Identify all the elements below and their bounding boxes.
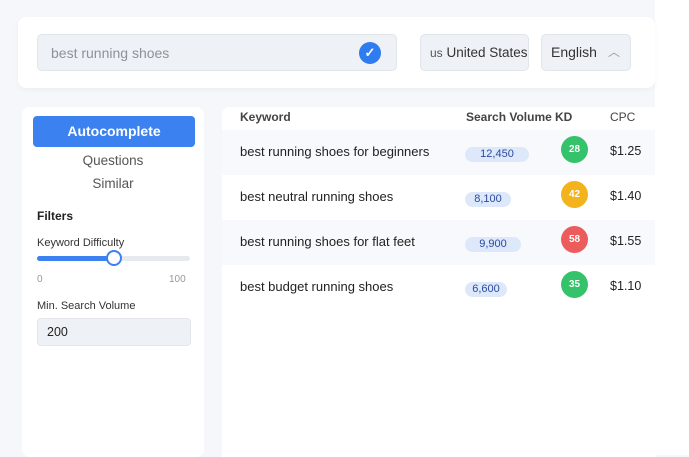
kd-badge: 35 (561, 271, 588, 298)
tab-questions[interactable]: Questions (22, 153, 204, 168)
search-volume-badge: 9,900 (465, 237, 521, 252)
search-volume-badge: 6,600 (465, 282, 507, 297)
kd-badge: 28 (561, 136, 588, 163)
keyword-cell: best running shoes for beginners (240, 144, 430, 159)
country-code: us (430, 46, 443, 60)
min-volume-input[interactable]: 200 (37, 318, 191, 346)
kd-badge: 58 (561, 226, 588, 253)
right-edge (655, 0, 689, 455)
results-table: Keyword Search Volume KD CPC best runnin… (222, 107, 655, 457)
slider-thumb[interactable] (105, 250, 122, 266)
keyword-cell: best budget running shoes (240, 279, 394, 294)
keyword-cell: best neutral running shoes (240, 189, 394, 204)
slider-fill (37, 256, 114, 261)
filters-heading: Filters (37, 209, 74, 223)
search-input[interactable]: best running shoes ✓ (37, 34, 397, 71)
keyword-cell: best running shoes for flat feet (240, 234, 415, 249)
country-select[interactable]: us United States (420, 34, 529, 71)
table-row[interactable]: best neutral running shoes 8,100 42 $1.4… (222, 175, 655, 220)
table-row[interactable]: best budget running shoes 6,600 35 $1.10 (222, 265, 655, 310)
slider-min: 0 (37, 274, 43, 285)
language-select[interactable]: English ︿ (541, 34, 631, 71)
kd-badge: 42 (561, 181, 588, 208)
slider-max: 100 (169, 274, 186, 285)
cpc-cell: $1.25 (610, 144, 642, 158)
header-cpc[interactable]: CPC (610, 110, 635, 124)
search-volume-badge: 12,450 (465, 147, 529, 162)
chevron-up-icon: ︿ (607, 45, 620, 59)
search-input-value: best running shoes (51, 45, 170, 61)
language-label: English (551, 44, 597, 60)
check-icon[interactable]: ✓ (359, 42, 381, 64)
sidebar: Autocomplete Questions Similar Filters K… (22, 107, 204, 457)
header-search-volume[interactable]: Search Volume (466, 110, 552, 124)
table-row[interactable]: best running shoes for beginners 12,450 … (222, 130, 655, 175)
country-label: United States (446, 45, 528, 60)
header-keyword[interactable]: Keyword (240, 110, 291, 124)
tab-autocomplete[interactable]: Autocomplete (33, 116, 195, 147)
tab-similar[interactable]: Similar (22, 176, 204, 191)
header-kd[interactable]: KD (555, 110, 572, 124)
cpc-cell: $1.40 (610, 189, 642, 203)
cpc-cell: $1.55 (610, 234, 642, 248)
cpc-cell: $1.10 (610, 279, 642, 293)
keyword-difficulty-label: Keyword Difficulty (37, 237, 125, 249)
table-row[interactable]: best running shoes for flat feet 9,900 5… (222, 220, 655, 265)
min-volume-label: Min. Search Volume (37, 300, 136, 312)
keyword-difficulty-slider[interactable] (37, 250, 190, 266)
search-volume-badge: 8,100 (465, 192, 511, 207)
